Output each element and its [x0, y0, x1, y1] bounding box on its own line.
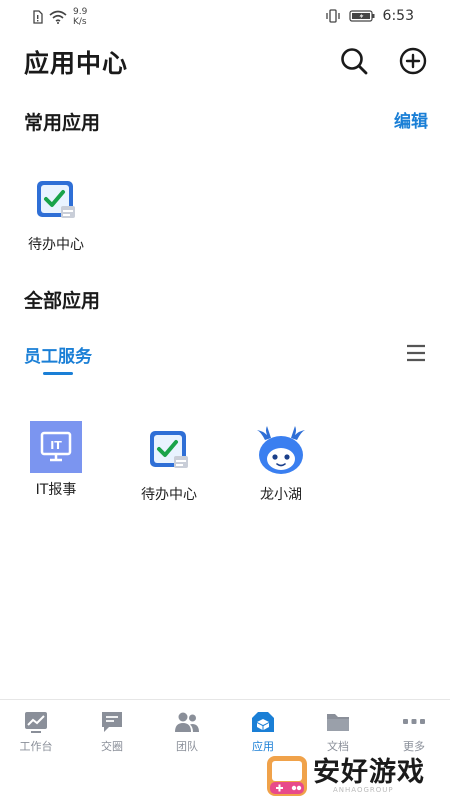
app-long-xiaohu[interactable]: 龙小湖 — [236, 426, 326, 504]
todo-check-icon — [143, 426, 195, 478]
it-report-icon: IT — [30, 421, 82, 473]
nav-label: 交圈 — [101, 740, 123, 753]
network-speed: 9.9 K/s — [73, 7, 87, 27]
watermark: 安好游戏 ANHAOGROUP — [265, 748, 450, 800]
nav-workbench[interactable]: 工作台 — [6, 710, 66, 754]
nav-label: 工作台 — [19, 740, 53, 753]
chat-bubble-icon — [99, 710, 125, 734]
network-speed-unit: K/s — [73, 17, 87, 27]
folder-icon — [325, 710, 351, 734]
plus-circle-icon — [399, 47, 427, 75]
nav-label: 团队 — [176, 740, 198, 753]
more-dots-icon — [401, 710, 427, 734]
watermark-subtext: ANHAOGROUP — [333, 786, 394, 794]
app-label: 龙小湖 — [260, 487, 302, 503]
add-button[interactable] — [398, 46, 428, 76]
tab-employee-services[interactable]: 员工服务 — [24, 342, 92, 367]
nav-team[interactable]: 团队 — [157, 710, 217, 754]
hamburger-menu-icon — [407, 344, 425, 362]
status-right: 6:53 — [325, 8, 414, 24]
tab-active-indicator — [43, 372, 73, 375]
category-menu-button[interactable] — [406, 344, 426, 362]
common-apps-title: 常用应用 — [24, 112, 101, 134]
app-it-report[interactable]: IT IT报事 — [11, 421, 101, 499]
todo-check-icon — [30, 176, 82, 228]
all-apps-title: 全部应用 — [24, 290, 101, 312]
common-app-label: 待办中心 — [28, 237, 84, 253]
wifi-icon — [49, 10, 67, 24]
svg-text:IT: IT — [50, 439, 62, 452]
app-label: 待办中心 — [141, 487, 197, 503]
nav-circle[interactable]: 交圈 — [82, 710, 142, 754]
search-icon — [341, 48, 368, 75]
app-box-icon — [250, 710, 276, 734]
app-header: 应用中心 — [0, 40, 450, 84]
network-speed-value: 9.9 — [73, 7, 88, 17]
vibrate-icon — [325, 9, 340, 23]
page-title: 应用中心 — [24, 49, 129, 78]
people-icon — [174, 710, 200, 734]
dragon-mascot-icon — [255, 426, 307, 478]
sim-icon — [33, 10, 43, 24]
status-left: 9.9 K/s — [33, 7, 87, 27]
edit-button[interactable]: 编辑 — [394, 107, 428, 132]
chart-screen-icon — [23, 710, 49, 734]
battery-icon — [348, 10, 375, 22]
common-app-todo-center[interactable]: 待办中心 — [11, 176, 101, 254]
watermark-text: 安好游戏 — [313, 757, 425, 788]
clock: 6:53 — [382, 8, 414, 24]
app-todo-center[interactable]: 待办中心 — [124, 426, 214, 504]
search-button[interactable] — [339, 46, 369, 76]
status-bar: 9.9 K/s 6:53 — [0, 0, 450, 34]
gamepad-logo-icon — [267, 756, 307, 796]
app-label: IT报事 — [35, 482, 77, 498]
